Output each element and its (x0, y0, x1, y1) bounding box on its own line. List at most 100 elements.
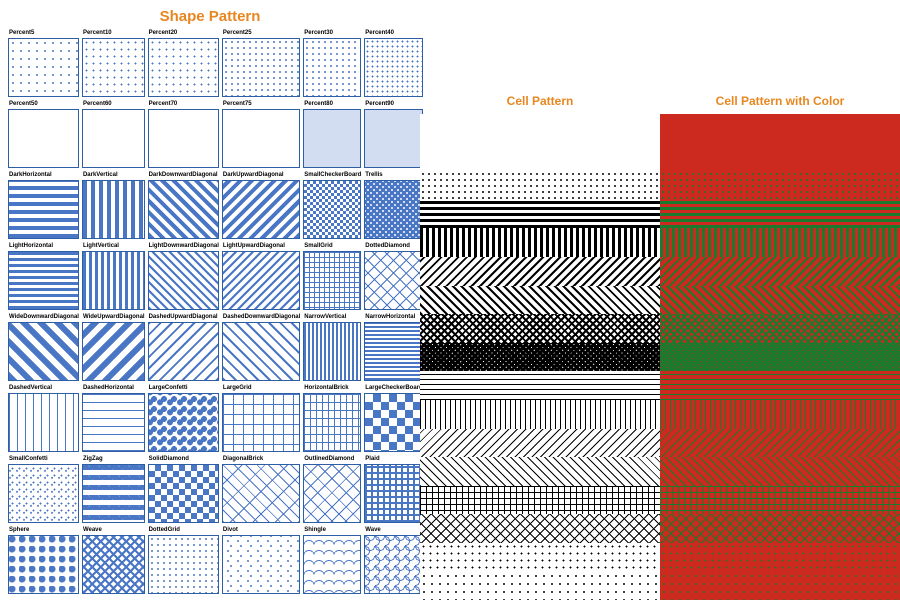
swatch-label: DashedVertical (8, 384, 79, 393)
cell-pattern-mono-DiagonalCrosshatch (420, 314, 660, 343)
cell-pattern-row (420, 200, 900, 229)
shape-swatch: Percent75 (222, 100, 300, 168)
cell-pattern-mono-HorizontalStripe (420, 200, 660, 229)
swatch-label: Percent90 (364, 100, 422, 109)
cell-pattern-mono-ThickDiagonalCrosshatch (420, 343, 660, 372)
cell-pattern-row (420, 457, 900, 486)
shape-swatch: SmallConfetti (8, 455, 79, 523)
swatch-SmallCheckerBoard (303, 180, 361, 239)
swatch-label: Trellis (364, 171, 422, 180)
cell-pattern-color-ThickDiagonalCrosshatch (660, 343, 900, 372)
swatch-label: ZigZag (82, 455, 145, 464)
swatch-label: Weave (82, 526, 145, 535)
cell-pattern-color-Gray12 (660, 543, 900, 572)
cell-pattern-row (420, 400, 900, 429)
shape-swatch: Percent25 (222, 29, 300, 97)
swatch-label: LargeGrid (222, 384, 300, 393)
cell-pattern-mono-ThinHorizontalStripe (420, 371, 660, 400)
swatch-label: SmallConfetti (8, 455, 79, 464)
shape-swatch: SmallGrid (303, 242, 361, 310)
swatch-label: Percent20 (148, 29, 219, 38)
swatch-SolidDiamond (148, 464, 219, 523)
swatch-Sphere (8, 535, 79, 594)
swatch-label: LightDownwardDiagonal (148, 242, 219, 251)
swatch-label: Divot (222, 526, 300, 535)
cell-pattern-row (420, 286, 900, 315)
swatch-OutlinedDiamond (303, 464, 361, 523)
cell-pattern-row (420, 171, 900, 200)
swatch-DashedVertical (8, 393, 79, 452)
swatch-Percent25 (222, 38, 300, 97)
shape-swatch: DashedHorizontal (82, 384, 145, 452)
shape-swatch: LightHorizontal (8, 242, 79, 310)
shape-swatch: DashedVertical (8, 384, 79, 452)
swatch-label: LargeConfetti (148, 384, 219, 393)
swatch-DashedDownwardDiagonal (222, 322, 300, 381)
cell-pattern-mono-ThinDiagonalStripe (420, 457, 660, 486)
swatch-label: DashedUpwardDiagonal (148, 313, 219, 322)
shape-swatch: NarrowVertical (303, 313, 361, 381)
swatch-label: WideUpwardDiagonal (82, 313, 145, 322)
swatch-label: Percent50 (8, 100, 79, 109)
shape-swatch: LargeConfetti (148, 384, 219, 452)
shape-swatch: NarrowHorizontal (364, 313, 422, 381)
swatch-label: Shingle (303, 526, 361, 535)
cell-pattern-mono-Gray25 (420, 171, 660, 200)
shape-swatch: Percent50 (8, 100, 79, 168)
cell-pattern-color-Gray75 (660, 143, 900, 172)
swatch-label: DottedDiamond (364, 242, 422, 251)
swatch-Percent40 (364, 38, 422, 97)
shape-swatch: LightVertical (82, 242, 145, 310)
cell-pattern-row (420, 514, 900, 543)
cell-pattern-row (420, 143, 900, 172)
cell-pattern-title: Cell Pattern (420, 94, 660, 112)
swatch-LargeGrid (222, 393, 300, 452)
cell-pattern-mono-ThinDiagonalCrosshatch (420, 514, 660, 543)
cell-pattern-color-HorizontalStripe (660, 200, 900, 229)
shape-swatch: DarkVertical (82, 171, 145, 239)
swatch-label: Plaid (364, 455, 422, 464)
swatch-NarrowHorizontal (364, 322, 422, 381)
shape-swatch: Shingle (303, 526, 361, 594)
cell-pattern-mono-ReverseDiagonalStripe (420, 257, 660, 286)
cell-pattern-color-title: Cell Pattern with Color (660, 94, 900, 112)
swatch-label: Percent40 (364, 29, 422, 38)
swatch-DarkDownwardDiagonal (148, 180, 219, 239)
swatch-label: LightUpwardDiagonal (222, 242, 300, 251)
cell-pattern-row (420, 228, 900, 257)
swatch-NarrowVertical (303, 322, 361, 381)
swatch-Wave (364, 535, 422, 594)
shape-swatch: Percent30 (303, 29, 361, 97)
cell-pattern-row (420, 343, 900, 372)
swatch-DashedUpwardDiagonal (148, 322, 219, 381)
swatch-WideDownwardDiagonal (8, 322, 79, 381)
swatch-DarkUpwardDiagonal (222, 180, 300, 239)
swatch-Percent20 (148, 38, 219, 97)
swatch-label: LightHorizontal (8, 242, 79, 251)
shape-pattern-title: Shape Pattern (8, 6, 412, 29)
cell-pattern-row (420, 314, 900, 343)
shape-swatch: WideUpwardDiagonal (82, 313, 145, 381)
swatch-label: Percent60 (82, 100, 145, 109)
shape-pattern-panel: Shape Pattern Percent5Percent10Percent20… (0, 0, 420, 600)
shape-swatch: LargeCheckerBoard (364, 384, 422, 452)
cell-pattern-color-ThinDiagonalCrosshatch (660, 514, 900, 543)
shape-swatch: DarkHorizontal (8, 171, 79, 239)
swatch-label: NarrowVertical (303, 313, 361, 322)
swatch-label: Percent5 (8, 29, 79, 38)
swatch-Trellis (364, 180, 422, 239)
shape-swatch: Sphere (8, 526, 79, 594)
swatch-label: Percent75 (222, 100, 300, 109)
cell-pattern-color-VerticalStripe (660, 228, 900, 257)
shape-swatch: Percent90 (364, 100, 422, 168)
cell-pattern-titlebar: Cell Pattern Cell Pattern with Color (420, 0, 900, 114)
cell-pattern-row (420, 257, 900, 286)
cell-pattern-mono-ThinReverseDiagonalStripe (420, 429, 660, 458)
shape-swatch: DarkDownwardDiagonal (148, 171, 219, 239)
cell-pattern-color-ThinHorizontalStripe (660, 371, 900, 400)
swatch-label: LightVertical (82, 242, 145, 251)
swatch-Percent30 (303, 38, 361, 97)
swatch-label: DottedGrid (148, 526, 219, 535)
swatch-label: DarkUpwardDiagonal (222, 171, 300, 180)
shape-swatch: LargeGrid (222, 384, 300, 452)
